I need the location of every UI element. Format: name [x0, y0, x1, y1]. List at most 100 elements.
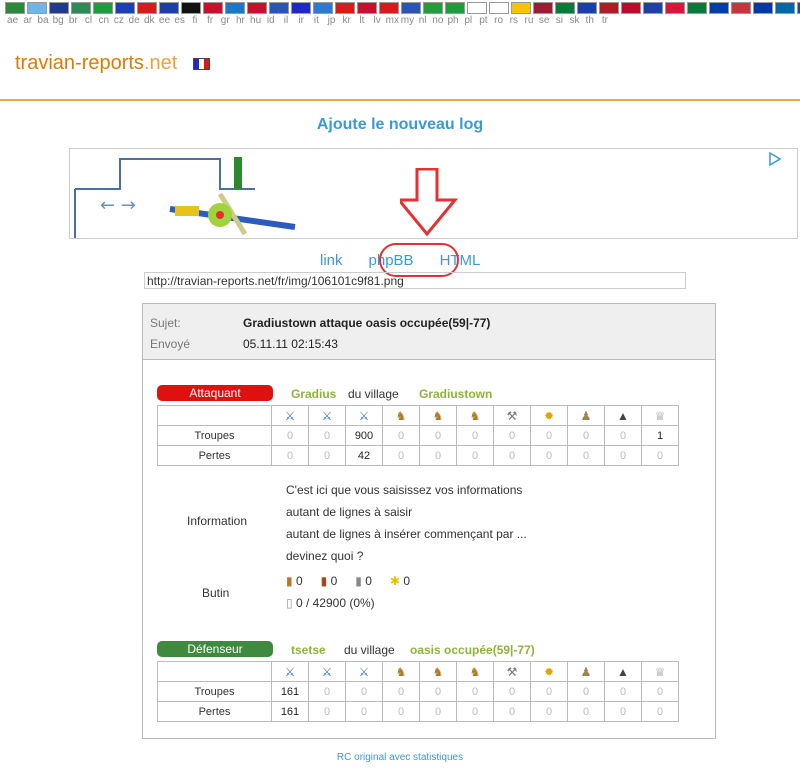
unit-header-cell: ♞ — [382, 661, 420, 682]
language-link-si[interactable]: si — [552, 15, 567, 26]
language-link-hu[interactable]: hu — [248, 15, 263, 26]
red-arrow-annotation — [395, 167, 460, 243]
unit-count-cell: 0 — [456, 701, 494, 722]
flag-rs-icon[interactable] — [731, 2, 751, 14]
language-link-fr[interactable]: fr — [202, 15, 217, 26]
language-link-th[interactable]: th — [582, 15, 597, 26]
flag-id-icon[interactable] — [379, 2, 399, 14]
language-link-gr[interactable]: gr — [218, 15, 233, 26]
flag-pl-icon[interactable] — [665, 2, 685, 14]
flag-bg-icon[interactable] — [71, 2, 91, 14]
language-link-sk[interactable]: sk — [567, 15, 582, 26]
flag-hr-icon[interactable] — [335, 2, 355, 14]
flag-fi-icon[interactable] — [269, 2, 289, 14]
flag-lv-icon[interactable] — [533, 2, 553, 14]
flag-jp-icon[interactable] — [467, 2, 487, 14]
language-link-lv[interactable]: lv — [370, 15, 385, 26]
sword-icon: ⚔ — [284, 408, 296, 423]
language-link-ir[interactable]: ir — [294, 15, 309, 26]
flag-ar-icon[interactable] — [27, 2, 47, 14]
flag-ph-icon[interactable] — [643, 2, 663, 14]
language-link-cl[interactable]: cl — [81, 15, 96, 26]
language-link-es[interactable]: es — [172, 15, 187, 26]
language-link-cz[interactable]: cz — [111, 15, 126, 26]
flag-gr-icon[interactable] — [313, 2, 333, 14]
flag-br-icon[interactable] — [93, 2, 113, 14]
defender-name[interactable]: tsetse — [291, 643, 326, 657]
unit-header-cell: ⚔ — [345, 405, 383, 426]
flag-nl-icon[interactable] — [599, 2, 619, 14]
unit-header-cell: ⚔ — [271, 661, 309, 682]
language-link-ph[interactable]: ph — [445, 15, 460, 26]
flag-es-icon[interactable] — [247, 2, 267, 14]
site-logo[interactable]: travian-reports.net — [15, 52, 210, 75]
language-link-ro[interactable]: ro — [491, 15, 506, 26]
flag-ir-icon[interactable] — [423, 2, 443, 14]
flag-cl-icon[interactable] — [115, 2, 135, 14]
language-link-br[interactable]: br — [66, 15, 81, 26]
flag-ee-icon[interactable] — [225, 2, 245, 14]
language-link-pl[interactable]: pl — [461, 15, 476, 26]
language-link-rs[interactable]: rs — [506, 15, 521, 26]
flag-ba-icon[interactable] — [49, 2, 69, 14]
catapult-icon: ✹ — [543, 408, 555, 423]
site-name[interactable]: travian-reports — [15, 52, 144, 74]
ad-choices-icon[interactable] — [769, 151, 782, 167]
defender-village[interactable]: oasis occupée(59|-77)‎ — [410, 643, 535, 657]
flag-kr-icon[interactable] — [489, 2, 509, 14]
tab-link[interactable]: link — [320, 252, 343, 269]
language-link-ae[interactable]: ae — [5, 15, 20, 26]
site-tld[interactable]: .net — [144, 52, 177, 74]
language-link-mx[interactable]: mx — [385, 15, 400, 26]
language-link-se[interactable]: se — [537, 15, 552, 26]
language-link-dk[interactable]: dk — [142, 15, 157, 26]
original-report-link[interactable]: RC original avec statistiques — [0, 752, 800, 763]
language-link-ar[interactable]: ar — [20, 15, 35, 26]
language-link-lt[interactable]: lt — [354, 15, 369, 26]
language-link-hr[interactable]: hr — [233, 15, 248, 26]
language-link-ba[interactable]: ba — [35, 15, 50, 26]
flag-dk-icon[interactable] — [203, 2, 223, 14]
language-link-de[interactable]: de — [127, 15, 142, 26]
flag-no-icon[interactable] — [621, 2, 641, 14]
language-link-bg[interactable]: bg — [51, 15, 66, 26]
language-link-no[interactable]: no — [430, 15, 445, 26]
language-link-id[interactable]: id — [263, 15, 278, 26]
language-link-jp[interactable]: jp — [324, 15, 339, 26]
flag-se-icon[interactable] — [775, 2, 795, 14]
attacker-name[interactable]: Gradius — [291, 387, 336, 401]
flag-cn-icon[interactable] — [137, 2, 157, 14]
flag-mx-icon[interactable] — [555, 2, 575, 14]
flag-hu-icon[interactable] — [357, 2, 377, 14]
language-link-tr[interactable]: tr — [597, 15, 612, 26]
flag-ae-icon[interactable] — [5, 2, 25, 14]
defender-village-text: du village — [344, 643, 395, 657]
language-link-nl[interactable]: nl — [415, 15, 430, 26]
language-link-ru[interactable]: ru — [521, 15, 536, 26]
language-link-fi[interactable]: fi — [187, 15, 202, 26]
flag-lt-icon[interactable] — [511, 2, 531, 14]
language-link-my[interactable]: my — [400, 15, 415, 26]
attacker-village[interactable]: Gradiustown — [419, 387, 492, 401]
language-link-ee[interactable]: ee — [157, 15, 172, 26]
language-link-cn[interactable]: cn — [96, 15, 111, 26]
language-link-il[interactable]: il — [278, 15, 293, 26]
language-link-pt[interactable]: pt — [476, 15, 491, 26]
flag-pt-icon[interactable] — [687, 2, 707, 14]
sent-label: Envoyé — [150, 337, 191, 351]
language-link-kr[interactable]: kr — [339, 15, 354, 26]
flag-fr-icon[interactable] — [291, 2, 311, 14]
flag-ru-icon[interactable] — [753, 2, 773, 14]
language-code-row: ae ar ba bg br cl cn cz de dk ee es fi fr gr hr hu id il ir… — [0, 14, 800, 26]
losses-label: Pertes — [157, 701, 272, 722]
unit-count-cell: 0 — [419, 445, 457, 466]
url-field[interactable]: http://travian-reports.net/fr/img/106101… — [144, 272, 686, 289]
unit-count-cell: 0 — [530, 681, 568, 702]
flag-my-icon[interactable] — [577, 2, 597, 14]
flag-il-icon[interactable] — [401, 2, 421, 14]
flag-de-icon[interactable] — [181, 2, 201, 14]
flag-ro-icon[interactable] — [709, 2, 729, 14]
language-link-it[interactable]: it — [309, 15, 324, 26]
flag-cz-icon[interactable] — [159, 2, 179, 14]
flag-it-icon[interactable] — [445, 2, 465, 14]
